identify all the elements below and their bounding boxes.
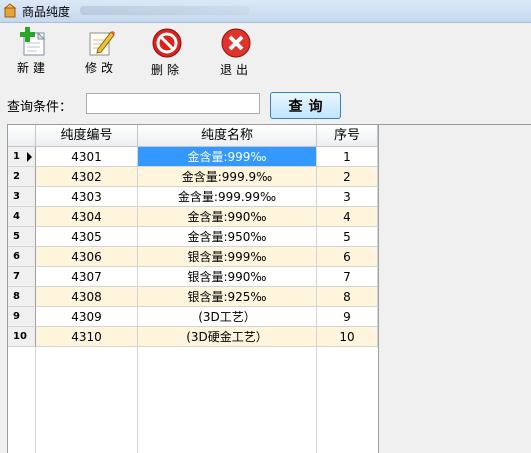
cell-seq[interactable]: 6 <box>317 247 378 267</box>
exit-button[interactable]: 退出 <box>210 27 262 81</box>
row-header[interactable]: 8 <box>8 287 36 307</box>
table-row[interactable]: 5 4305 金含量:950‰ 5 <box>8 227 378 247</box>
cell-name[interactable]: 银含量:990‰ <box>138 267 317 287</box>
table-row[interactable]: 7 4307 银含量:990‰ 7 <box>8 267 378 287</box>
table-row[interactable]: 8 4308 银含量:925‰ 8 <box>8 287 378 307</box>
cell-seq[interactable]: 10 <box>317 327 378 347</box>
main-window: 商品纯度 新建 修改 删除 退出 查询条件： 查询 纯度编号 纯度名称 序号 1… <box>0 0 531 453</box>
table-row[interactable]: 9 4309 (3D工艺） 9 <box>8 307 378 327</box>
row-header[interactable]: 1 <box>8 147 36 167</box>
cell-name[interactable]: 银含量:925‰ <box>138 287 317 307</box>
cell-code[interactable]: 4309 <box>36 307 138 327</box>
cell-code[interactable]: 4305 <box>36 227 138 247</box>
close-x-icon <box>221 28 251 58</box>
row-header-corner[interactable] <box>8 125 36 147</box>
row-header[interactable]: 3 <box>8 187 36 207</box>
cell-name[interactable]: 金含量:990‰ <box>138 207 317 227</box>
edit-button-label: 修改 <box>84 61 117 75</box>
cell-code[interactable]: 4302 <box>36 167 138 187</box>
table-row[interactable]: 2 4302 金含量:999.9‰ 2 <box>8 167 378 187</box>
table-row[interactable]: 6 4306 银含量:999‰ 6 <box>8 247 378 267</box>
cell-seq[interactable]: 5 <box>317 227 378 247</box>
row-number: 5 <box>13 231 20 242</box>
cell-code[interactable]: 4310 <box>36 327 138 347</box>
cell-code[interactable]: 4304 <box>36 207 138 227</box>
app-icon <box>3 3 17 18</box>
cell-code[interactable]: 4301 <box>36 147 138 167</box>
cell-code[interactable]: 4307 <box>36 267 138 287</box>
table-row[interactable]: 3 4303 金含量:999.99‰ 3 <box>8 187 378 207</box>
row-header[interactable]: 7 <box>8 267 36 287</box>
column-header-code[interactable]: 纯度编号 <box>36 125 138 147</box>
search-input[interactable] <box>86 93 260 114</box>
grid-empty-area <box>378 125 531 453</box>
table-row[interactable]: 1 4301 金含量:999‰ 1 <box>8 147 378 167</box>
edit-button[interactable]: 修改 <box>75 27 127 81</box>
row-header[interactable]: 9 <box>8 307 36 327</box>
row-number: 9 <box>13 311 20 322</box>
cell-code[interactable]: 4303 <box>36 187 138 207</box>
cell-code[interactable]: 4306 <box>36 247 138 267</box>
cell-name[interactable]: 金含量:999.9‰ <box>138 167 317 187</box>
row-number: 7 <box>13 271 20 282</box>
column-header-name[interactable]: 纯度名称 <box>138 125 317 147</box>
row-header[interactable]: 5 <box>8 227 36 247</box>
new-button[interactable]: 新建 <box>7 27 59 81</box>
row-header[interactable]: 4 <box>8 207 36 227</box>
row-header[interactable]: 6 <box>8 247 36 267</box>
cell-seq[interactable]: 9 <box>317 307 378 327</box>
search-label: 查询条件： <box>7 100 73 115</box>
row-number: 4 <box>13 211 20 222</box>
cell-name[interactable]: (3D工艺） <box>138 307 317 327</box>
cell-name[interactable]: (3D硬金工艺） <box>138 327 317 347</box>
row-number: 8 <box>13 291 20 302</box>
toolbar: 新建 修改 删除 退出 <box>0 23 531 83</box>
edit-pencil-icon <box>89 31 115 56</box>
row-number: 3 <box>13 191 20 202</box>
delete-button-label: 删除 <box>150 63 183 77</box>
row-number: 1 <box>13 151 20 162</box>
row-number: 2 <box>13 171 20 182</box>
add-document-icon <box>20 27 46 56</box>
row-header[interactable]: 2 <box>8 167 36 187</box>
cell-seq[interactable]: 2 <box>317 167 378 187</box>
window-title: 商品纯度 <box>22 5 71 19</box>
title-bar: 商品纯度 <box>0 0 531 23</box>
column-header-seq[interactable]: 序号 <box>317 125 378 147</box>
row-number: 6 <box>13 251 20 262</box>
delete-no-icon <box>152 28 182 58</box>
current-row-arrow-icon <box>27 152 32 162</box>
cell-seq[interactable]: 7 <box>317 267 378 287</box>
row-number: 10 <box>13 331 27 342</box>
title-decoration <box>80 6 250 15</box>
cell-name[interactable]: 金含量:999‰ <box>138 147 317 167</box>
exit-button-label: 退出 <box>219 63 252 77</box>
new-button-label: 新建 <box>16 61 49 75</box>
cell-seq[interactable]: 3 <box>317 187 378 207</box>
data-grid: 纯度编号 纯度名称 序号 1 4301 金含量:999‰ 1 2 4302 金含量:999.… <box>7 124 531 453</box>
cell-code[interactable]: 4308 <box>36 287 138 307</box>
cell-seq[interactable]: 1 <box>317 147 378 167</box>
cell-name[interactable]: 银含量:999‰ <box>138 247 317 267</box>
cell-name[interactable]: 金含量:950‰ <box>138 227 317 247</box>
delete-button[interactable]: 删除 <box>141 27 193 81</box>
cell-seq[interactable]: 4 <box>317 207 378 227</box>
cell-seq[interactable]: 8 <box>317 287 378 307</box>
cell-name[interactable]: 金含量:999.99‰ <box>138 187 317 207</box>
row-header[interactable]: 10 <box>8 327 36 347</box>
table-row[interactable]: 10 4310 (3D硬金工艺） 10 <box>8 327 378 347</box>
table-row[interactable]: 4 4304 金含量:990‰ 4 <box>8 207 378 227</box>
search-button[interactable]: 查询 <box>270 92 341 119</box>
